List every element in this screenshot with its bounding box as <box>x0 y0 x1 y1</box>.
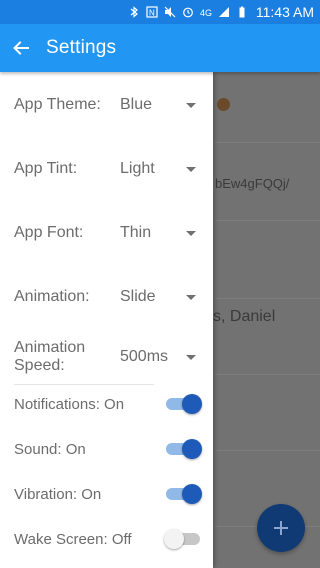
background-text-url: bEw4gFQQj/ <box>215 176 290 191</box>
add-button[interactable] <box>257 504 305 552</box>
app-tint-label: App Tint: <box>14 160 78 177</box>
background-text-name: s, Daniel <box>213 308 276 325</box>
app-tint-value: Light <box>120 160 155 177</box>
plus-icon <box>274 521 288 535</box>
animation-speed-label: Animation Speed: <box>14 339 86 374</box>
signal-icon <box>218 7 229 17</box>
divider <box>215 298 320 299</box>
app-theme-value: Blue <box>120 96 153 113</box>
notifications-setting: Notifications: On <box>14 394 202 414</box>
app-theme-select[interactable]: App Theme: Blue <box>14 96 204 114</box>
animation-speed-value: 500ms <box>120 348 169 365</box>
dropdown-arrow-icon <box>186 166 196 172</box>
divider <box>215 220 320 221</box>
toggle-thumb <box>164 529 184 549</box>
animation-speed-select[interactable]: Animation Speed: 500ms <box>14 339 204 375</box>
bluetooth-icon <box>130 6 138 18</box>
wake-screen-setting: Wake Screen: Off <box>14 529 200 549</box>
app-bar: Settings <box>0 24 320 72</box>
dropdown-arrow-icon <box>186 354 196 360</box>
status-bar: N 4G 11:43 AM <box>0 0 320 24</box>
dropdown-arrow-icon <box>186 294 196 300</box>
dropdown-arrow-icon <box>186 230 196 236</box>
toggle-thumb <box>182 484 202 504</box>
settings-drawer: App Theme: Blue App Tint: Light App Font… <box>0 72 213 568</box>
nfc-icon: N <box>146 6 158 18</box>
mute-icon <box>164 6 176 18</box>
vibration-toggle[interactable] <box>166 484 202 504</box>
divider <box>215 450 320 451</box>
divider <box>215 142 320 143</box>
wake-screen-toggle[interactable] <box>164 529 200 549</box>
arrow-left-icon <box>13 41 29 55</box>
toggle-thumb <box>182 394 202 414</box>
dropdown-arrow-icon <box>186 102 196 108</box>
animation-select[interactable]: Animation: Slide <box>14 288 204 306</box>
app-font-value: Thin <box>120 224 152 241</box>
4g-icon: 4G <box>200 8 212 18</box>
animation-value: Slide <box>120 288 156 305</box>
divider <box>14 384 154 385</box>
vibration-label: Vibration: On <box>14 485 102 503</box>
divider <box>215 374 320 375</box>
battery-icon <box>239 6 245 18</box>
app-theme-label: App Theme: <box>14 96 101 113</box>
status-time: 11:43 AM <box>255 4 314 20</box>
back-button[interactable] <box>2 24 40 72</box>
notifications-label: Notifications: On <box>14 395 125 413</box>
app-font-label: App Font: <box>14 224 84 241</box>
vibration-setting: Vibration: On <box>14 484 202 504</box>
sound-toggle[interactable] <box>166 439 202 459</box>
app-font-select[interactable]: App Font: Thin <box>14 224 204 242</box>
svg-text:N: N <box>149 9 155 18</box>
sound-setting: Sound: On <box>14 439 202 459</box>
sound-label: Sound: On <box>14 440 86 458</box>
notifications-toggle[interactable] <box>166 394 202 414</box>
emoji-icon <box>217 98 230 111</box>
toggle-thumb <box>182 439 202 459</box>
alarm-icon <box>182 7 193 18</box>
animation-label: Animation: <box>14 288 90 305</box>
app-tint-select[interactable]: App Tint: Light <box>14 160 204 178</box>
svg-text:4G: 4G <box>200 8 212 18</box>
wake-screen-label: Wake Screen: Off <box>14 530 132 548</box>
page-title: Settings <box>46 37 117 58</box>
